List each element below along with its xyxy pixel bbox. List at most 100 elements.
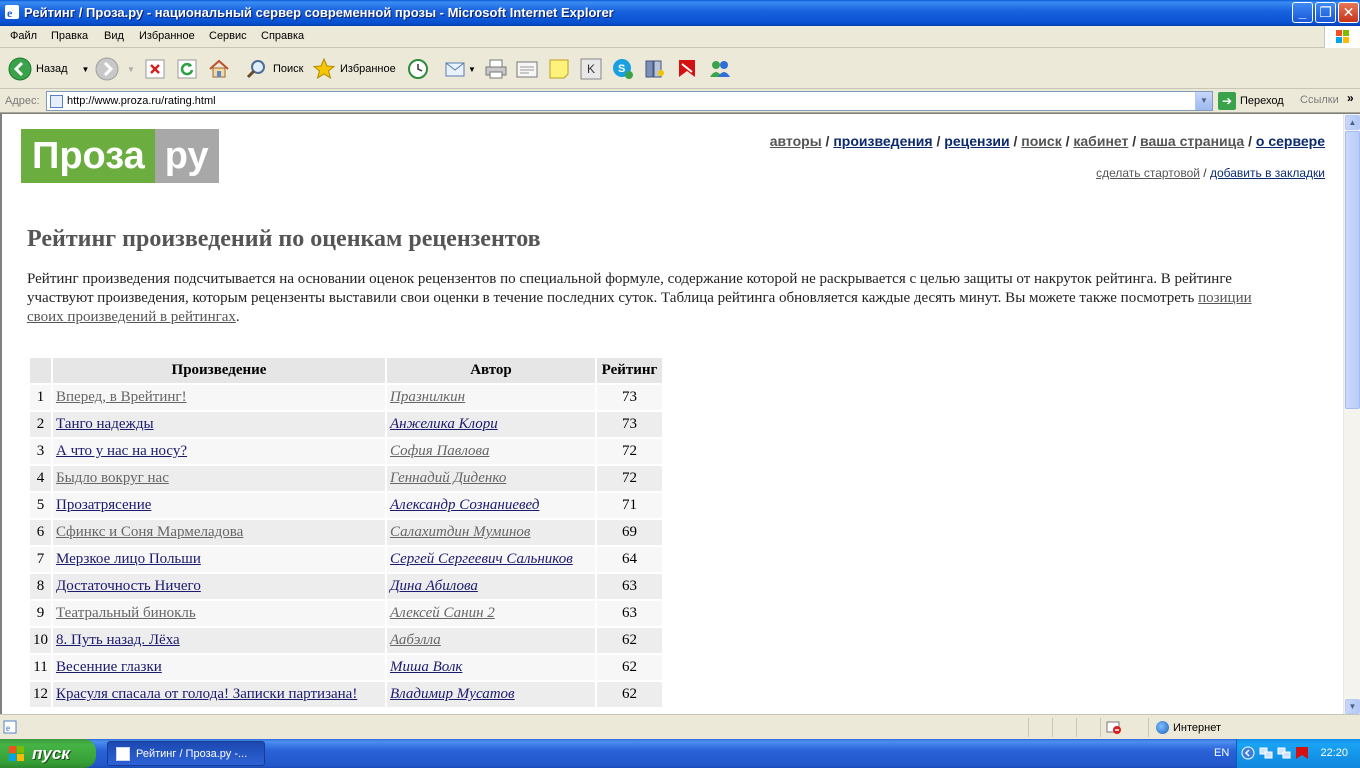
work-link[interactable]: Быдло вокруг нас [56,470,169,486]
kaspersky-tray-icon[interactable] [1295,746,1309,760]
edit-document-icon [516,61,538,78]
links-button[interactable]: Ссылки [1300,94,1339,106]
menu-file[interactable]: Файл [10,30,37,42]
back-button[interactable]: Назад ▼ [8,55,89,83]
start-button[interactable]: пуск [0,739,96,768]
tray-arrow-icon[interactable] [1241,746,1255,760]
messenger-icon [710,61,730,77]
kaspersky-button[interactable] [675,55,699,83]
stop-icon [145,59,165,79]
home-button[interactable] [207,55,231,83]
menu-view[interactable]: Вид [104,30,124,42]
author-link[interactable]: Празнилкин [390,389,465,405]
work-link[interactable]: Театральный бинокль [56,605,196,621]
nav-works[interactable]: произведения [833,133,932,149]
back-dropdown-icon[interactable]: ▼ [82,65,90,74]
page-heading: Рейтинг произведений по оценкам рецензен… [27,226,541,252]
work-link[interactable]: Сфинкс и Соня Мармеладова [56,524,243,540]
work-link[interactable]: Танго надежды [56,416,154,432]
close-button[interactable]: ✕ [1338,2,1359,23]
work-link[interactable]: Красуля спасала от голода! Записки парти… [56,686,357,702]
language-indicator[interactable]: EN [1214,747,1229,759]
author-link[interactable]: Миша Волк [390,659,462,675]
mail-button[interactable]: ▼ [444,55,476,83]
vertical-scrollbar[interactable]: ▲ ▼ [1343,114,1360,714]
scroll-down-icon[interactable]: ▼ [1345,699,1360,714]
mail-dropdown-icon[interactable]: ▼ [468,65,476,74]
refresh-button[interactable] [175,55,199,83]
maximize-button[interactable]: ❐ [1315,2,1336,23]
author-link[interactable]: Дина Абилова [390,578,478,594]
taskbar-item-ie[interactable]: Рейтинг / Проза.ру -... [107,741,265,766]
research-icon [645,60,664,78]
address-input[interactable] [67,94,1187,108]
site-logo[interactable]: Проза ру [21,129,219,183]
forward-dropdown-icon[interactable]: ▼ [127,65,135,74]
work-link[interactable]: Прозатрясение [56,497,151,513]
author-link[interactable]: София Павлова [390,443,489,459]
chevron-right-icon[interactable]: » [1347,91,1354,105]
scroll-up-icon[interactable]: ▲ [1345,115,1360,130]
zone-label: Интернет [1173,721,1221,734]
network-2-icon[interactable] [1277,746,1291,760]
nav-reviews[interactable]: рецензии [944,133,1009,149]
favorites-button[interactable]: Избранное [312,55,396,83]
network-icon[interactable] [1259,746,1273,760]
nav-cabinet[interactable]: кабинет [1073,133,1128,149]
edit-button[interactable] [515,55,539,83]
author-link[interactable]: Анжелика Клори [390,416,498,432]
history-button[interactable] [405,55,429,83]
stop-button[interactable] [143,55,167,83]
make-homepage-link[interactable]: сделать стартовой [1096,166,1200,180]
table-row: 2 Танго надежды Анжелика Клори 73 [30,412,662,437]
nav-search[interactable]: поиск [1021,133,1061,149]
menu-favorites[interactable]: Избранное [139,30,195,42]
scroll-thumb[interactable] [1345,131,1360,409]
menu-tools[interactable]: Сервис [209,30,247,42]
rating-value: 72 [597,466,662,491]
page-icon [50,95,63,108]
rating-value: 63 [597,574,662,599]
address-field[interactable]: ▼ [46,91,1213,111]
intro-end: . [235,309,240,325]
nav-authors[interactable]: авторы [770,133,822,149]
clock[interactable]: 22:20 [1320,747,1348,759]
research-button[interactable] [643,55,667,83]
messenger-button[interactable] [708,55,732,83]
work-link[interactable]: 8. Путь назад. Лёха [56,632,180,648]
refresh-icon [177,59,197,79]
work-link[interactable]: Вперед, в Врейтинг! [56,389,187,405]
author-link[interactable]: Сергей Сергеевич Сальников [390,551,573,567]
header-number [30,358,51,383]
work-link[interactable]: А что у нас на носу? [56,443,187,459]
popup-blocked-icon[interactable] [1106,720,1122,734]
logo-left: Проза [21,129,155,183]
print-button[interactable] [484,55,508,83]
go-button[interactable]: ➔ Переход [1218,92,1284,110]
search-button[interactable]: Поиск [245,55,303,83]
skype-icon: S [613,59,633,79]
work-link[interactable]: Весенние глазки [56,659,162,675]
work-link[interactable]: Мерзкое лицо Польши [56,551,201,567]
address-dropdown-icon[interactable]: ▼ [1195,92,1212,110]
author-link[interactable]: Владимир Мусатов [390,686,515,702]
skype-button[interactable]: S [611,55,635,83]
minimize-button[interactable]: _ [1292,2,1313,23]
add-bookmark-link[interactable]: добавить в закладки [1210,166,1325,180]
author-link[interactable]: Алексей Санин 2 [390,605,495,621]
k-icon: K [580,58,602,80]
nav-your-page[interactable]: ваша страница [1140,133,1244,149]
menu-help[interactable]: Справка [261,30,304,42]
author-link[interactable]: Салахитдин Муминов [390,524,530,540]
notes-button[interactable] [547,55,571,83]
address-label: Адрес: [5,95,40,107]
work-link[interactable]: Достаточность Ничего [56,578,201,594]
forward-button[interactable]: ▼ [95,55,135,83]
menu-edit[interactable]: Правка [51,30,88,42]
author-link[interactable]: Александр Сознаниевед [390,497,539,513]
nav-about[interactable]: о сервере [1256,133,1325,149]
go-label: Переход [1240,95,1284,107]
k-button[interactable]: K [579,55,603,83]
author-link[interactable]: Аабэлла [390,632,441,648]
author-link[interactable]: Геннадий Диденко [390,470,506,486]
